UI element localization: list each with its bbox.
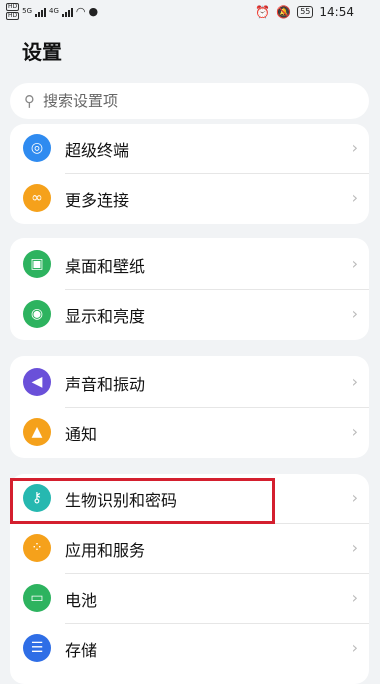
status-right: ⏰ 🔕 55 14:54 — [255, 5, 354, 19]
settings-item-label: 声音和振动 — [65, 375, 146, 394]
clock: 14:54 — [319, 5, 354, 19]
key-icon: ⚷ — [23, 484, 51, 512]
search-icon: ⚲ — [24, 92, 35, 110]
settings-item-apps[interactable]: ⁘ 应用和服务 › — [10, 524, 369, 574]
settings-item-label: 生物识别和密码 — [65, 491, 178, 510]
super-device-icon: ◎ — [23, 134, 51, 162]
sim-indicators: HD HD — [6, 3, 20, 20]
volume-icon: ◀ — [23, 368, 51, 396]
mute-icon: 🔕 — [276, 5, 292, 19]
settings-item-battery[interactable]: ▭ 电池 › — [10, 574, 369, 624]
storage-icon: ☰ — [23, 634, 51, 662]
sim2-badge: HD — [6, 12, 20, 20]
link-icon: ∞ — [23, 184, 51, 212]
settings-item-wallpaper[interactable]: ▣ 桌面和壁纸 › — [10, 238, 369, 290]
settings-item-sound[interactable]: ◀ 声音和振动 › — [10, 356, 369, 408]
alarm-icon: ⏰ — [255, 5, 271, 19]
bell-icon: ▲ — [23, 418, 51, 446]
chevron-right-icon: › — [351, 372, 358, 391]
wifi-icon: ◠ — [75, 5, 86, 18]
settings-item-storage[interactable]: ☰ 存储 › — [10, 624, 369, 674]
search-bar[interactable]: ⚲ — [10, 83, 369, 119]
settings-item-label: 更多连接 — [65, 191, 130, 210]
chevron-right-icon: › — [351, 188, 358, 207]
chevron-right-icon: › — [351, 422, 358, 441]
chevron-right-icon: › — [351, 254, 358, 273]
page-title: 设置 — [22, 40, 62, 64]
settings-group-sound: ◀ 声音和振动 › ▲ 通知 › — [10, 356, 369, 458]
settings-group-connectivity: ◎ 超级终端 › ∞ 更多连接 › — [10, 124, 369, 224]
network-type-1: 5G — [22, 7, 33, 15]
search-input[interactable] — [41, 91, 345, 111]
wallpaper-icon: ▣ — [23, 250, 51, 278]
status-bar: HD HD 5G 4G ◠ ● ⏰ 🔕 55 14:54 — [0, 0, 380, 26]
signal-icon — [35, 7, 47, 17]
settings-item-biometrics[interactable]: ⚷ 生物识别和密码 › — [10, 474, 369, 524]
chevron-right-icon: › — [351, 638, 358, 657]
chevron-right-icon: › — [351, 538, 358, 557]
apps-icon: ⁘ — [23, 534, 51, 562]
settings-item-label: 显示和亮度 — [65, 307, 146, 326]
chevron-right-icon: › — [351, 138, 358, 157]
wechat-icon: ● — [88, 5, 99, 18]
network-type-2: 4G — [49, 7, 59, 15]
settings-item-display[interactable]: ◉ 显示和亮度 › — [10, 290, 369, 340]
status-left: HD HD 5G 4G ◠ ● — [6, 3, 98, 20]
settings-item-label: 桌面和壁纸 — [65, 257, 146, 276]
settings-item-more-connections[interactable]: ∞ 更多连接 › — [10, 174, 369, 224]
sim1-badge: HD — [6, 3, 20, 11]
chevron-right-icon: › — [351, 588, 358, 607]
settings-group-system: ⚷ 生物识别和密码 › ⁘ 应用和服务 › ▭ 电池 › ☰ 存储 › — [10, 474, 369, 684]
eye-icon: ◉ — [23, 300, 51, 328]
chevron-right-icon: › — [351, 304, 358, 323]
chevron-right-icon: › — [351, 488, 358, 507]
settings-item-label: 超级终端 — [65, 141, 130, 160]
settings-group-display: ▣ 桌面和壁纸 › ◉ 显示和亮度 › — [10, 238, 369, 340]
settings-item-label: 电池 — [65, 591, 98, 610]
settings-item-label: 存储 — [65, 641, 98, 660]
settings-item-super-device[interactable]: ◎ 超级终端 › — [10, 124, 369, 174]
signal-icon-2 — [61, 7, 73, 17]
battery-icon: ▭ — [23, 584, 51, 612]
battery-indicator: 55 — [297, 6, 314, 18]
settings-item-notifications[interactable]: ▲ 通知 › — [10, 408, 369, 458]
settings-item-label: 应用和服务 — [65, 541, 146, 560]
settings-item-label: 通知 — [65, 425, 98, 444]
